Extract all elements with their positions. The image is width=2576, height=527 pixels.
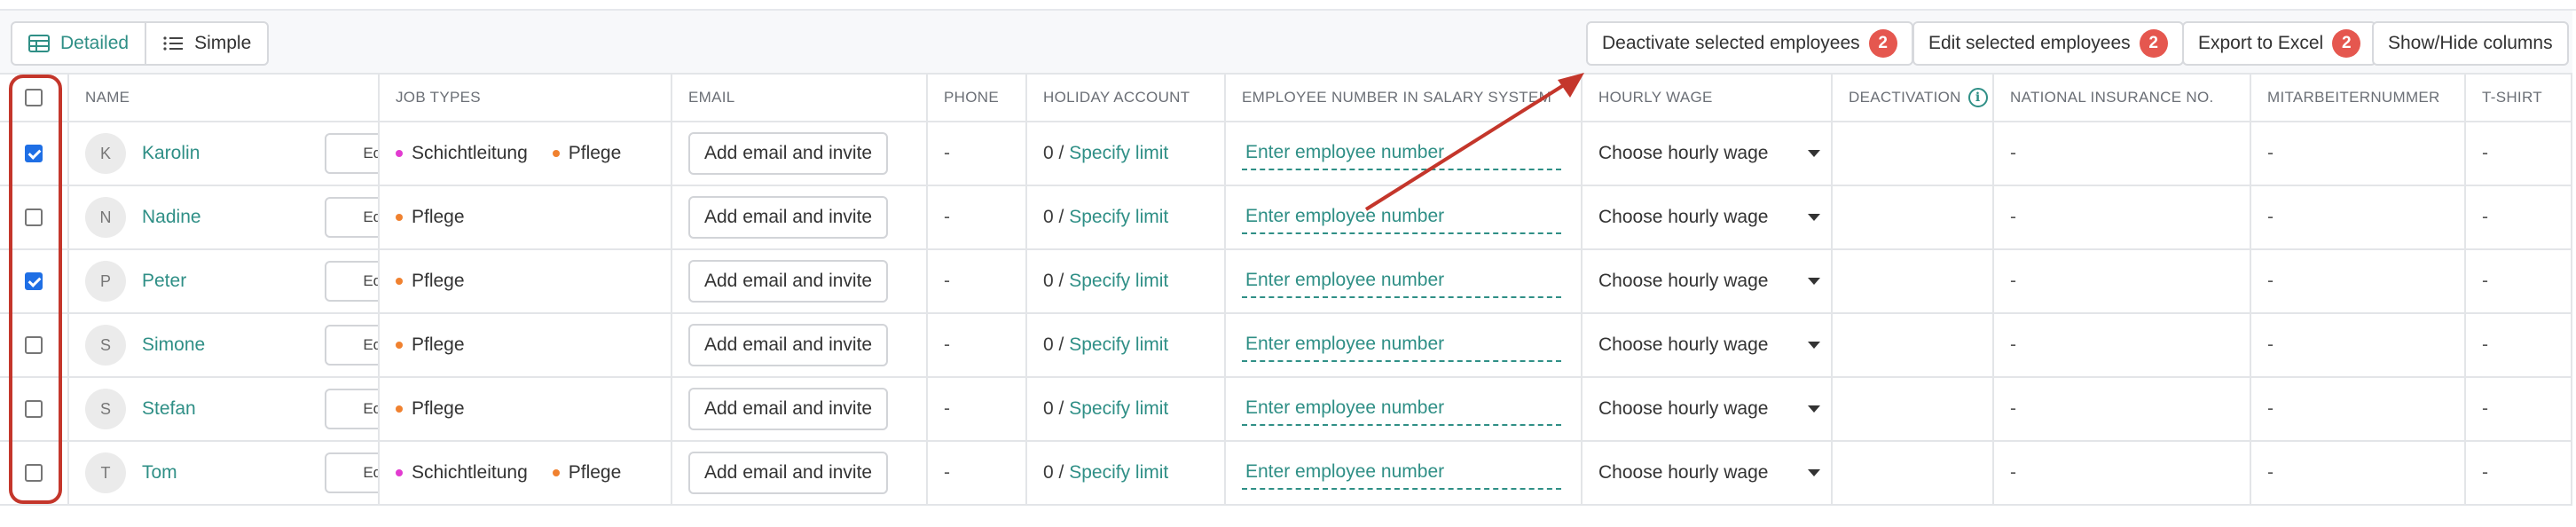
annotation-arrow [1364,73,1584,211]
